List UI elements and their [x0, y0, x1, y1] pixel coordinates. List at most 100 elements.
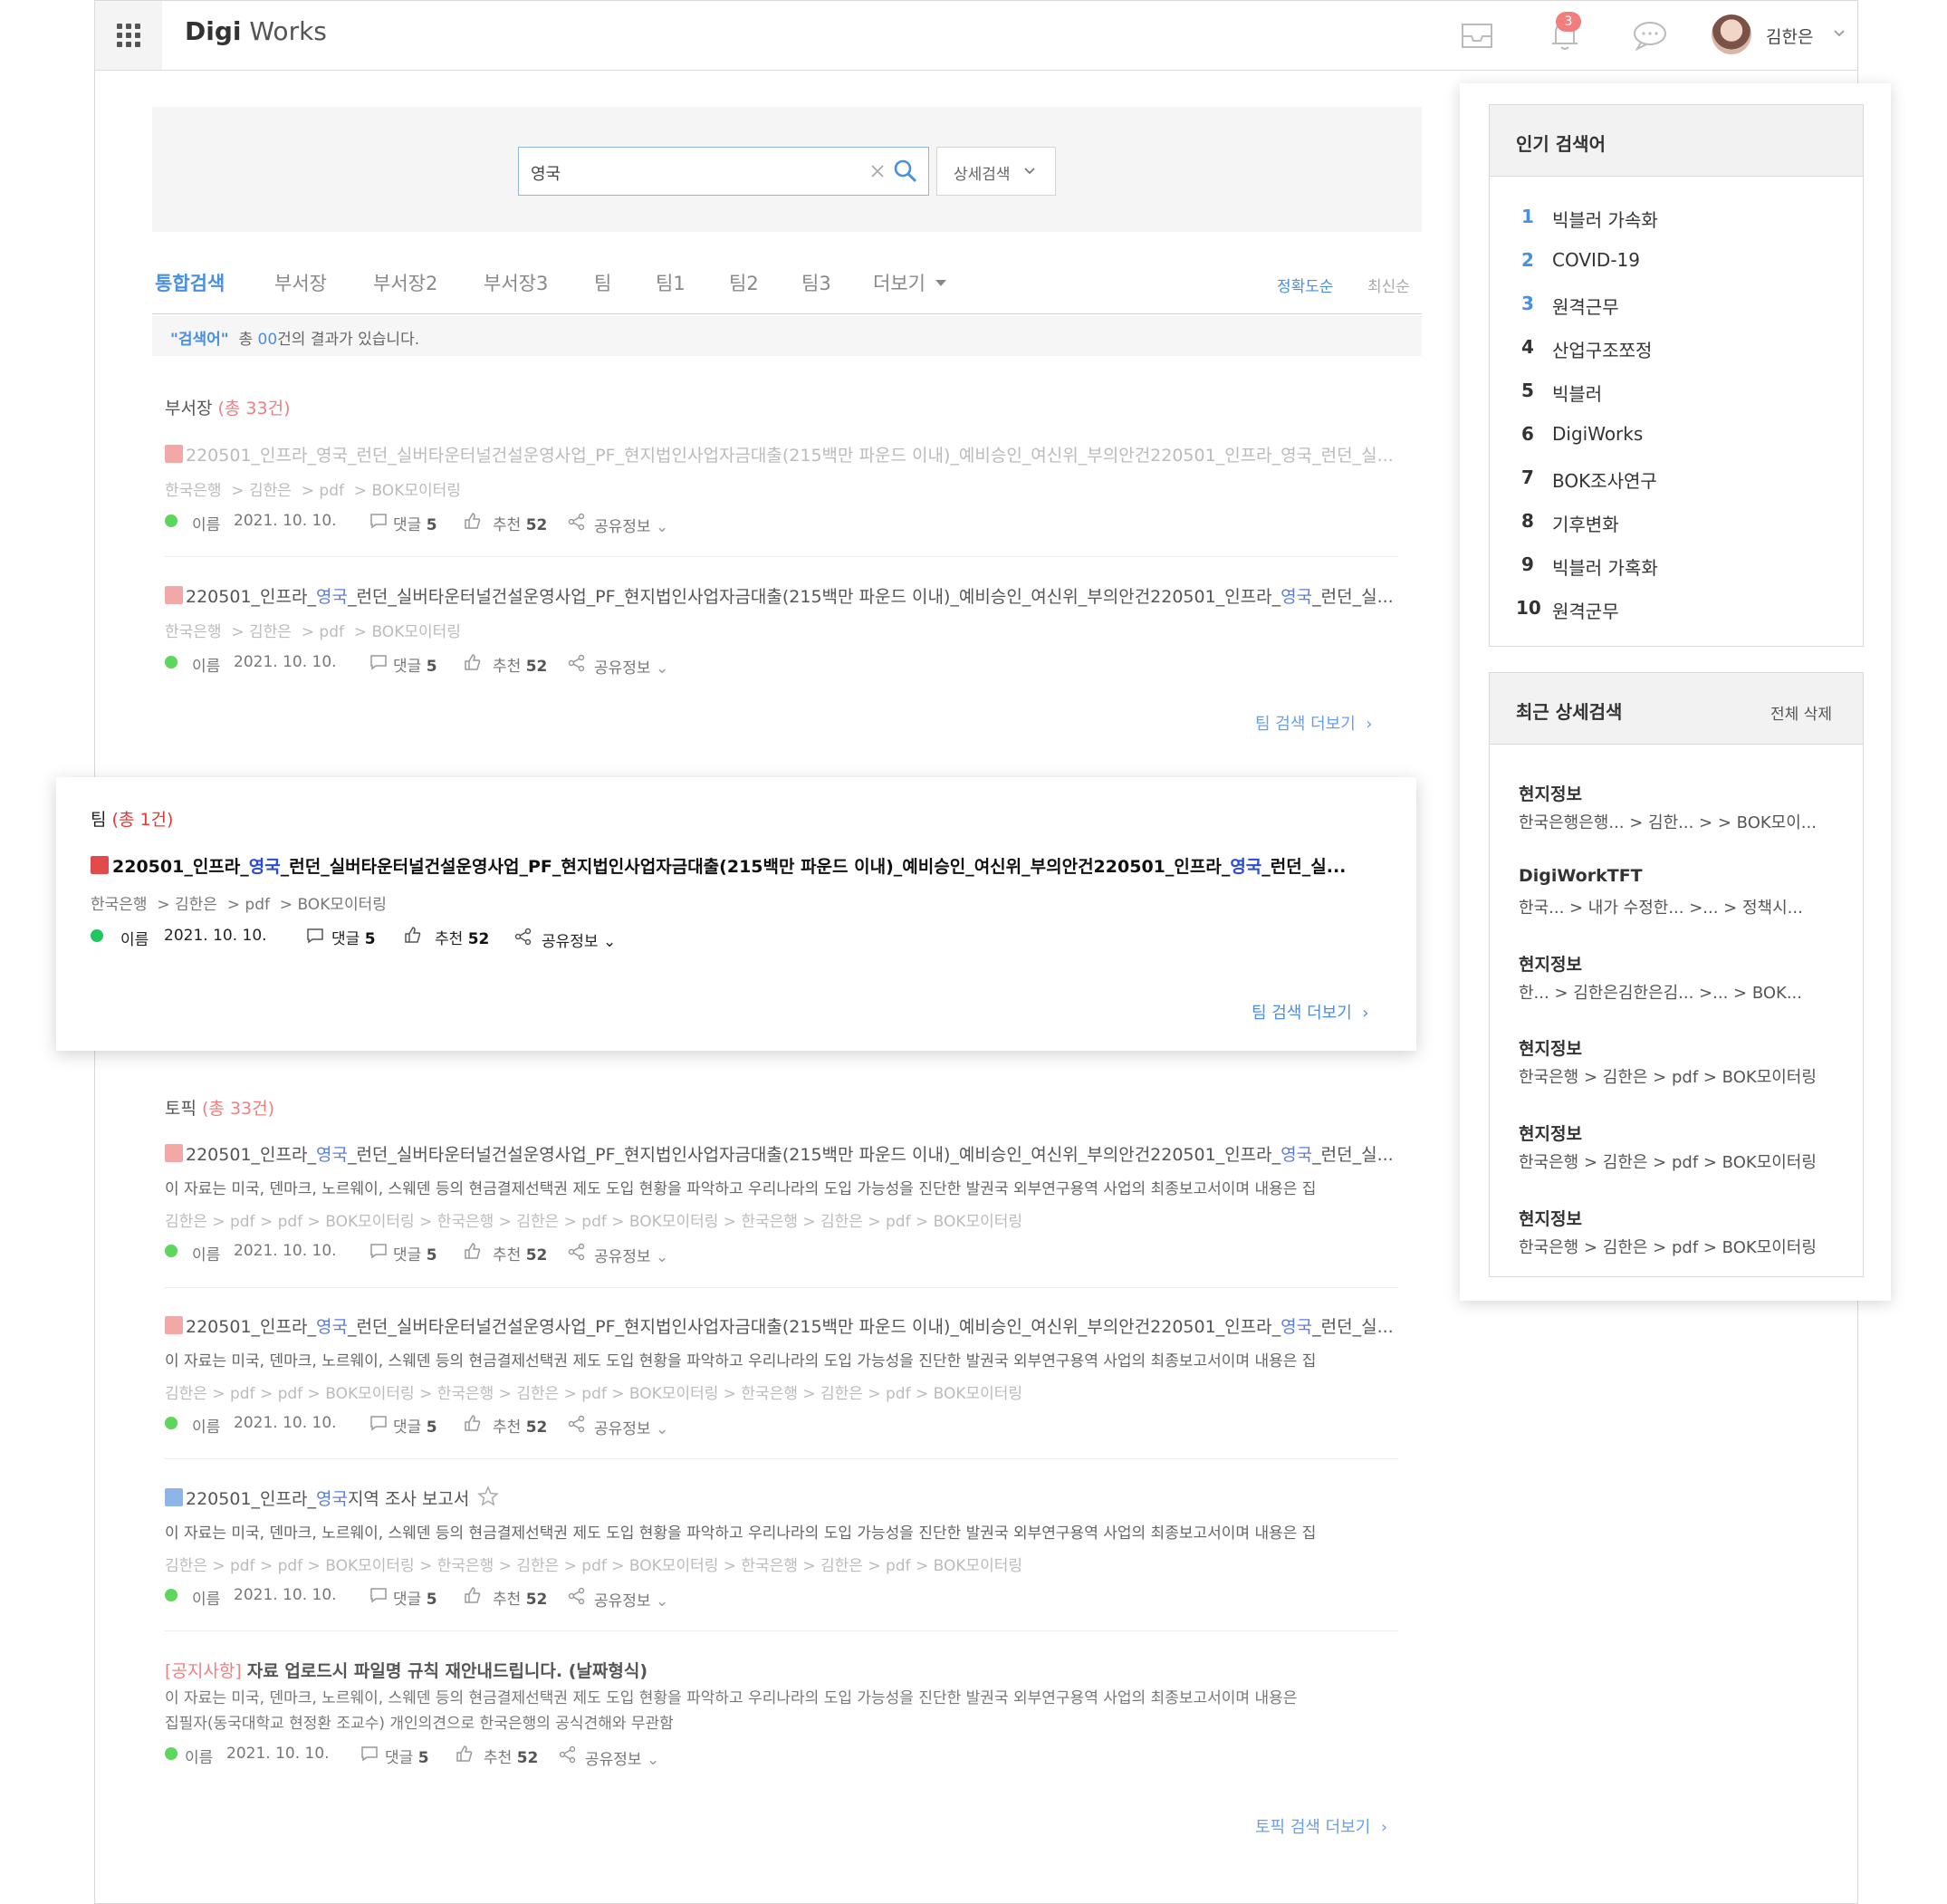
share-icon[interactable]	[514, 928, 532, 946]
share-info[interactable]: 공유정보 ⌄	[594, 655, 668, 678]
notice-description-line2: 집필자(동국대학교 현정환 조교수) 개인의견으로 한국은행의 공식견해와 무관…	[165, 1715, 674, 1733]
divider	[165, 1287, 1398, 1288]
author-name: 이름	[192, 516, 221, 534]
user-name[interactable]: 김한은	[1766, 24, 1813, 48]
recent-search-item-title[interactable]: 현지정보	[1519, 1120, 1582, 1145]
comment-count[interactable]: 댓글 5	[331, 926, 376, 948]
tab-more[interactable]: 더보기	[873, 269, 926, 296]
popular-keyword[interactable]: DigiWorks	[1552, 423, 1643, 445]
like-count: 추천 52	[493, 1418, 548, 1437]
user-avatar[interactable]	[1712, 14, 1751, 54]
thumbs-up-icon[interactable]	[464, 653, 482, 671]
result-title[interactable]: 220501_인프라_영국_런던_실버타운터널건설운영사업_PF_현지법인사업자…	[186, 1313, 1394, 1338]
tab-dept[interactable]: 부서장	[274, 269, 327, 296]
status-dot	[165, 1245, 177, 1257]
comment-count[interactable]: 댓글 5	[393, 1586, 437, 1609]
recent-search-item-title[interactable]: 현지정보	[1519, 1206, 1582, 1230]
search-input[interactable]	[518, 147, 929, 196]
date: 2021. 10. 10.	[226, 1745, 330, 1763]
thumbs-up-icon[interactable]	[464, 1242, 482, 1260]
result-title[interactable]: 220501_인프라_영국_런던_실버타운터널건설운영사업_PF_현지법인사업자…	[186, 583, 1394, 608]
notification-badge: 3	[1556, 12, 1581, 32]
more-team-results-link[interactable]: 팀 검색 더보기 ›	[1255, 711, 1372, 735]
share-info[interactable]: 공유정보 ⌄	[594, 1588, 668, 1611]
thumbs-up-icon[interactable]	[464, 1414, 482, 1432]
inbox-icon[interactable]	[1459, 19, 1495, 52]
recent-search-item-title[interactable]: DigiWorkTFT	[1519, 866, 1643, 886]
share-icon[interactable]	[568, 1415, 586, 1433]
chevron-down-icon[interactable]	[1833, 29, 1846, 38]
sort-latest[interactable]: 최신순	[1367, 274, 1410, 296]
share-info[interactable]: 공유정보 ⌄	[585, 1746, 659, 1769]
search-icon[interactable]	[893, 159, 918, 184]
pdf-icon	[165, 445, 183, 463]
tab-dept3[interactable]: 부서장3	[484, 269, 548, 296]
thumbs-up-icon[interactable]	[404, 926, 422, 944]
caret-down-icon	[935, 280, 946, 286]
like-count: 추천 52	[493, 1246, 548, 1265]
result-title[interactable]: 220501_인프라_영국_런던_실버타운터널건설운영사업_PF_현지법인사업자…	[186, 1141, 1394, 1166]
more-team-results-link[interactable]: 팀 검색 더보기 ›	[1252, 1000, 1368, 1024]
share-icon[interactable]	[568, 1243, 586, 1261]
comment-count[interactable]: 댓글 5	[385, 1745, 429, 1767]
like-count: 추천 52	[484, 1749, 539, 1767]
advanced-search-label: 상세검색	[954, 166, 1011, 184]
share-info[interactable]: 공유정보 ⌄	[594, 514, 668, 536]
chat-icon[interactable]	[1632, 18, 1668, 53]
tab-team3[interactable]: 팀3	[801, 269, 831, 296]
recent-search-item-title[interactable]: 현지정보	[1519, 1035, 1582, 1060]
share-icon[interactable]	[568, 1587, 586, 1605]
result-summary: "검색어" 총 00건의 결과가 있습니다.	[170, 331, 420, 349]
recent-search-item-path: 한국은행 > 김한은 > pdf > BOK모이터링	[1519, 1238, 1817, 1257]
author-name: 이름	[192, 1246, 221, 1265]
result-title[interactable]: 220501_인프라_영국_런던_실버타운터널건설운영사업_PF_현지법인사업자…	[112, 853, 1346, 878]
app-logo[interactable]: Digi Works	[185, 16, 327, 46]
comment-count[interactable]: 댓글 5	[393, 512, 437, 534]
clear-all-button[interactable]: 전체 삭제	[1770, 701, 1832, 724]
popular-keywords-box	[1489, 104, 1864, 647]
result-title[interactable]: 220501_인프라_영국_런던_실버타운터널건설운영사업_PF_현지법인사업자…	[186, 442, 1394, 466]
comment-icon	[307, 928, 323, 944]
share-icon[interactable]	[568, 654, 586, 672]
comment-count[interactable]: 댓글 5	[393, 653, 437, 676]
thumbs-up-icon[interactable]	[464, 1586, 482, 1604]
popular-keyword[interactable]: 원격군무	[1552, 597, 1619, 623]
tab-integrated[interactable]: 통합검색	[155, 269, 225, 296]
share-info[interactable]: 공유정보 ⌄	[542, 928, 616, 951]
share-info[interactable]: 공유정보 ⌄	[594, 1416, 668, 1438]
popular-keyword[interactable]: 산업구조쪼정	[1552, 336, 1652, 362]
top-bar	[95, 1, 1857, 71]
thumbs-up-icon[interactable]	[464, 512, 482, 530]
popular-keyword[interactable]: 기후변화	[1552, 510, 1619, 536]
tab-team1[interactable]: 팀1	[656, 269, 686, 296]
popular-keyword[interactable]: 빅블러	[1552, 380, 1602, 406]
recent-search-item-path: 한... > 김한은김한은김... >... > BOK...	[1519, 984, 1802, 1003]
recent-search-item-title[interactable]: 현지정보	[1519, 951, 1582, 976]
clear-icon[interactable]	[869, 163, 886, 179]
notice-title[interactable]: [공지사항] 자료 업로드시 파일명 규칙 재안내드립니다. (날짜형식)	[165, 1658, 647, 1682]
popular-keyword[interactable]: BOK조사연구	[1552, 466, 1657, 493]
share-info[interactable]: 공유정보 ⌄	[594, 1244, 668, 1266]
comment-icon	[361, 1746, 378, 1762]
rank-number: 8	[1521, 510, 1534, 532]
more-topic-results-link[interactable]: 토픽 검색 더보기 ›	[1255, 1814, 1387, 1838]
result-path: 김한은 > pdf > pdf > BOK모이터링 > 한국은행 > 김한은 >…	[165, 1213, 1023, 1231]
recent-search-item-title[interactable]: 현지정보	[1519, 781, 1582, 805]
comment-count[interactable]: 댓글 5	[393, 1242, 437, 1265]
tab-team2[interactable]: 팀2	[729, 269, 759, 296]
result-title[interactable]: 220501_인프라_영국지역 조사 보고서	[186, 1486, 469, 1510]
sort-accuracy[interactable]: 정확도순	[1277, 274, 1334, 296]
tab-team[interactable]: 팀	[594, 269, 611, 296]
search-query[interactable]: 영국	[531, 161, 561, 185]
popular-keyword[interactable]: COVID-19	[1552, 249, 1640, 271]
share-icon[interactable]	[568, 513, 586, 531]
popular-keyword[interactable]: 원격근무	[1552, 293, 1619, 319]
image-file-icon	[165, 1488, 183, 1506]
share-icon[interactable]	[559, 1745, 577, 1764]
star-icon[interactable]	[477, 1486, 499, 1507]
popular-keyword[interactable]: 빅블러 가혹화	[1552, 553, 1658, 580]
tab-dept2[interactable]: 부서장2	[373, 269, 437, 296]
popular-keyword[interactable]: 빅블러 가속화	[1552, 206, 1658, 232]
thumbs-up-icon[interactable]	[456, 1745, 474, 1763]
comment-count[interactable]: 댓글 5	[393, 1414, 437, 1437]
